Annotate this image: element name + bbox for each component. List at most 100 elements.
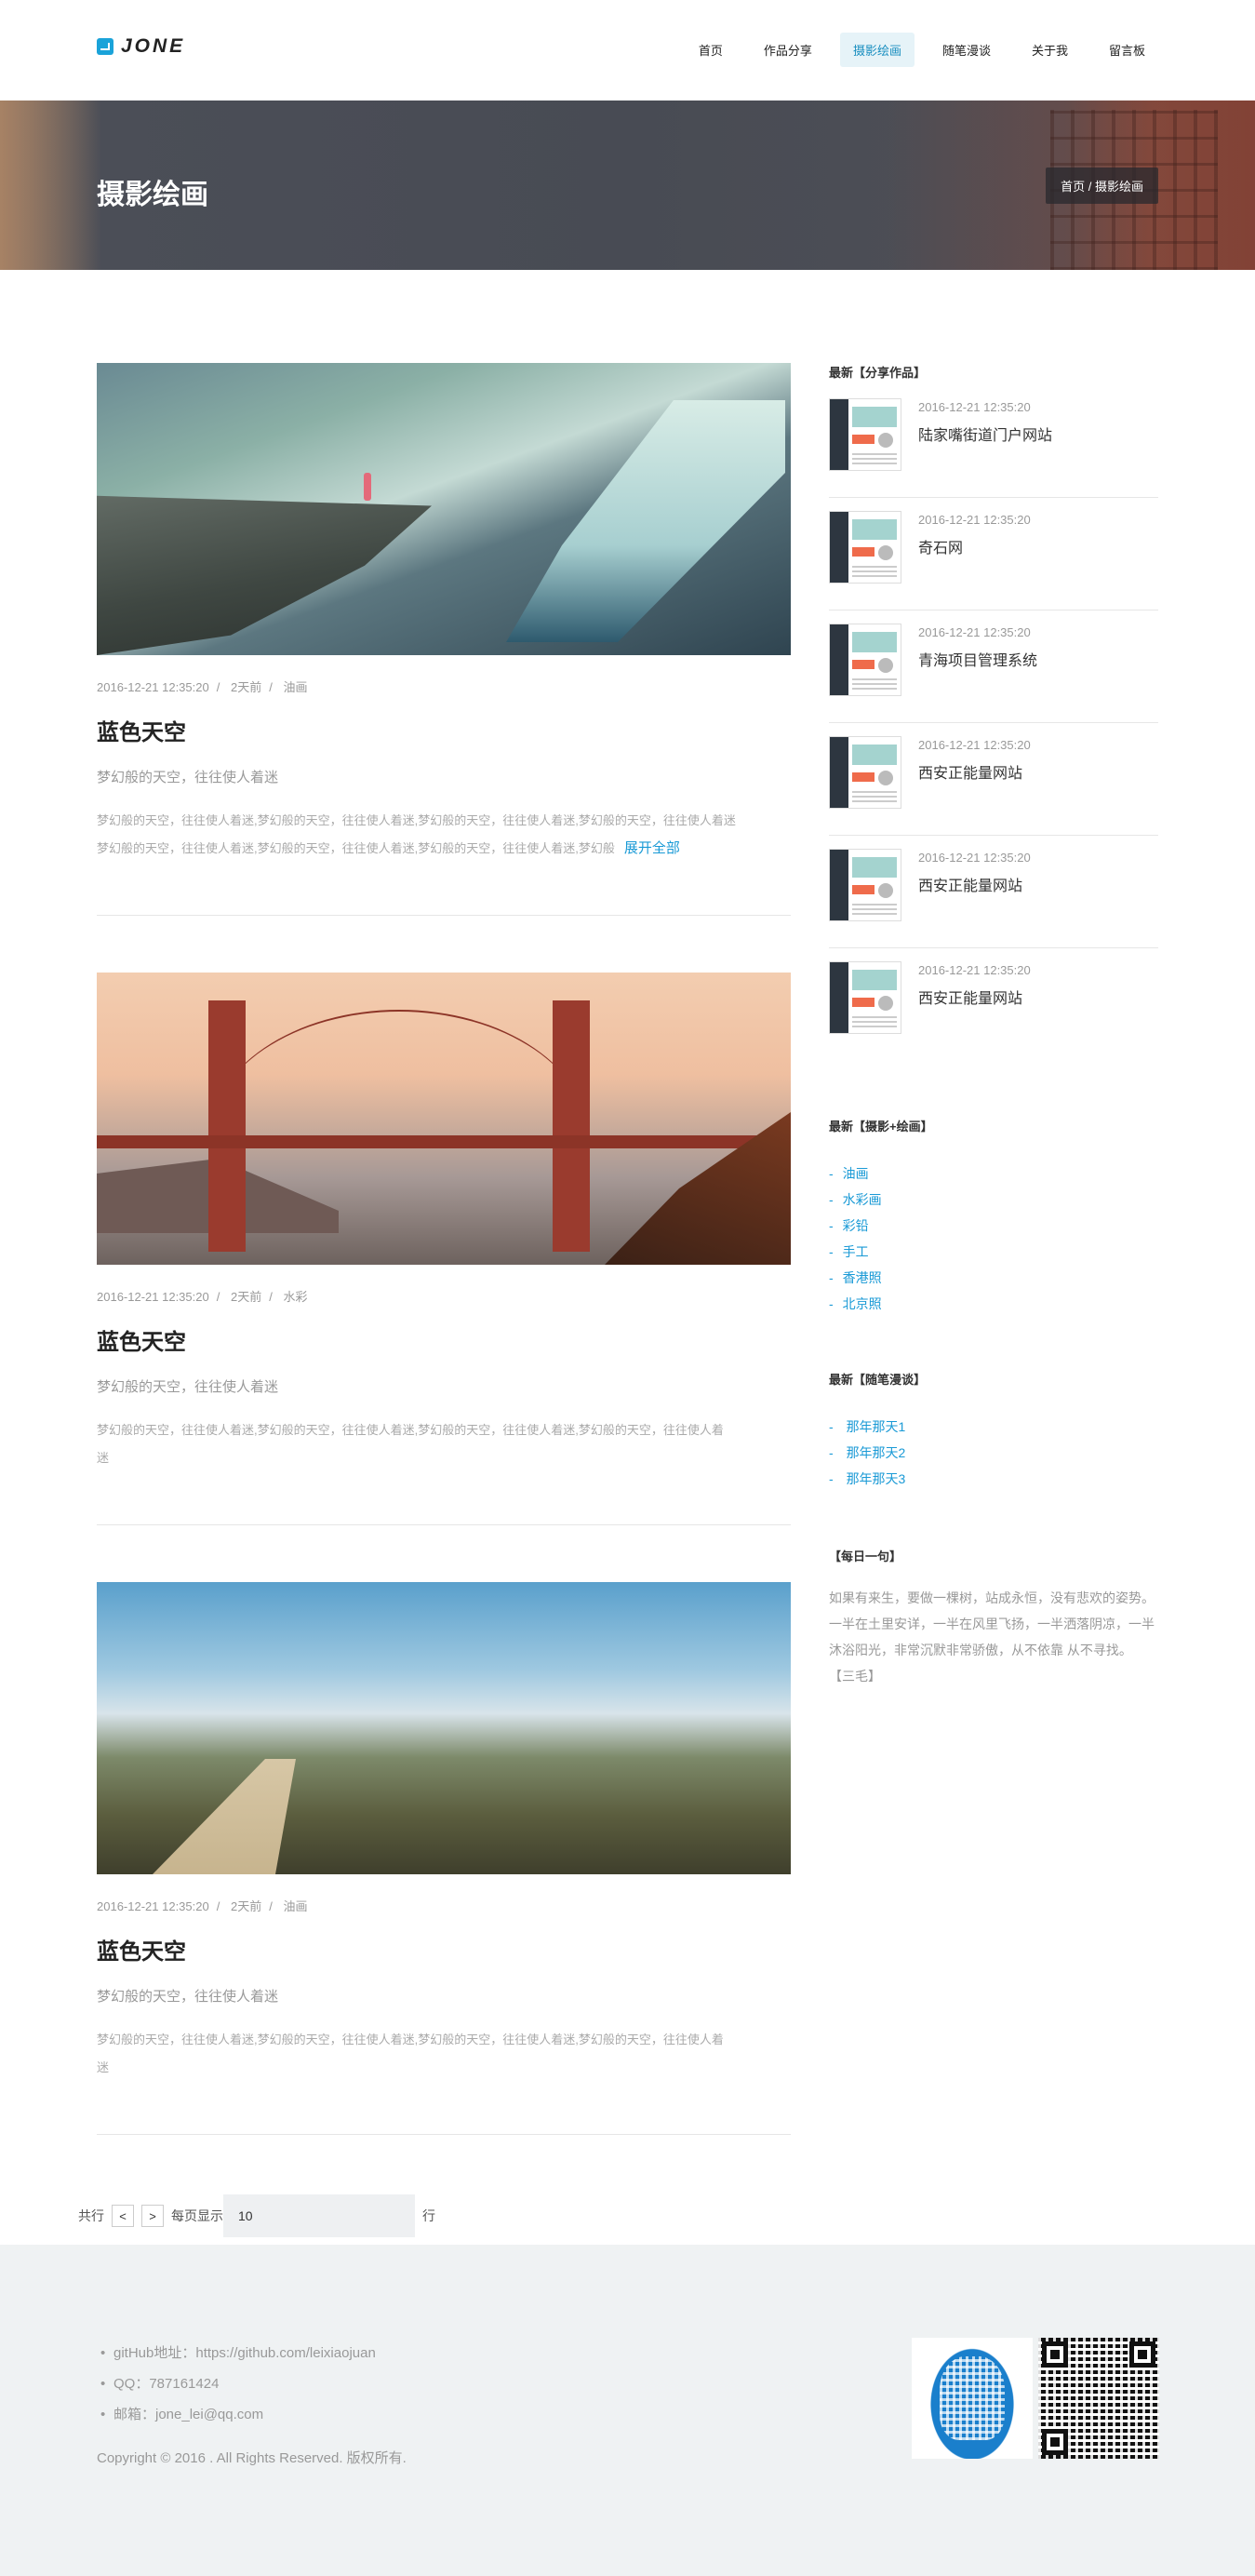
work-thumbnail: [829, 736, 901, 809]
post-excerpt: 梦幻般的天空，往往使人着迷,梦幻般的天空，往往使人着迷,梦幻般的天空，往往使人着…: [97, 1423, 724, 1465]
sidebar-heading: 最新【分享作品】: [829, 366, 927, 380]
daily-quote: 如果有来生，要做一棵树，站成永恒，没有悲欢的姿势。一半在土里安详，一半在风里飞扬…: [829, 1590, 1155, 1684]
work-title[interactable]: 青海项目管理系统: [918, 648, 1037, 670]
work-title[interactable]: 西安正能量网站: [918, 873, 1022, 895]
post-image[interactable]: [97, 973, 791, 1265]
page-banner: 摄影绘画 首页 / 摄影绘画: [0, 101, 1255, 270]
post-date: 2016-12-21 12:35:20: [97, 680, 209, 694]
essay-link[interactable]: - 那年那天2: [829, 1440, 1158, 1466]
logo[interactable]: JONE: [97, 35, 185, 58]
work-date: 2016-12-21 12:35:20: [918, 625, 1031, 639]
work-thumbnail: [829, 398, 901, 471]
post-card: 2016-12-21 12:35:20/ 2天前 / 油画 蓝色天空 梦幻般的天空…: [97, 1582, 791, 2082]
work-title[interactable]: 奇石网: [918, 535, 963, 557]
nav-about[interactable]: 关于我: [1019, 33, 1081, 67]
divider: [97, 1524, 791, 1525]
photo-link[interactable]: - 香港照: [829, 1265, 1158, 1291]
work-thumbnail: [829, 624, 901, 696]
work-date: 2016-12-21 12:35:20: [918, 963, 1031, 977]
per-page-input[interactable]: [223, 2194, 415, 2237]
work-date: 2016-12-21 12:35:20: [918, 513, 1031, 527]
essay-link[interactable]: - 那年那天1: [829, 1414, 1158, 1440]
breadcrumb[interactable]: 首页 / 摄影绘画: [1046, 168, 1158, 204]
work-thumbnail: [829, 511, 901, 584]
sidebar-heading: 最新【摄影+绘画】: [829, 1120, 933, 1134]
sidebar-works: 最新【分享作品】 2016-12-21 12:35:20 陆家嘴街道门户网站 2…: [829, 363, 1158, 1034]
post-meta: 2016-12-21 12:35:20/ 2天前 / 油画: [97, 1899, 308, 1913]
post-excerpt: 梦幻般的天空，往往使人着迷,梦幻般的天空，往往使人着迷,梦幻般的天空，往往使人着…: [97, 813, 736, 856]
post-category[interactable]: 油画: [283, 680, 307, 694]
logo-icon: [97, 38, 113, 55]
post-category[interactable]: 油画: [283, 1899, 307, 1913]
post-card: 2016-12-21 12:35:20/ 2天前 / 油画 蓝色天空 梦幻般的天空…: [97, 363, 791, 863]
work-date: 2016-12-21 12:35:20: [918, 400, 1031, 414]
wechat-qr-code-image: [1038, 2338, 1159, 2459]
nav-home[interactable]: 首页: [686, 33, 736, 67]
qq-info: QQ：787161424: [97, 2368, 376, 2399]
essay-link-list: - 那年那天1 - 那年那天2 - 那年那天3: [829, 1414, 1158, 1492]
work-title[interactable]: 西安正能量网站: [918, 760, 1022, 783]
post-subtitle: 梦幻般的天空，往往使人着迷: [97, 770, 279, 785]
work-item[interactable]: 2016-12-21 12:35:20 西安正能量网站: [829, 948, 1158, 1061]
work-item[interactable]: 2016-12-21 12:35:20 西安正能量网站: [829, 723, 1158, 836]
post-title[interactable]: 蓝色天空: [97, 714, 791, 746]
banner-background: [0, 101, 102, 270]
post-subtitle: 梦幻般的天空，往往使人着迷: [97, 1989, 279, 2005]
work-thumbnail: [829, 849, 901, 921]
email-info: 邮箱：jone_lei@qq.com: [97, 2399, 376, 2430]
post-image[interactable]: [97, 363, 791, 655]
photo-link[interactable]: - 北京照: [829, 1291, 1158, 1317]
site-footer: gitHub地址：https://github.com/leixiaojuan …: [0, 2245, 1255, 2576]
post-subtitle: 梦幻般的天空，往往使人着迷: [97, 1379, 279, 1395]
post-category[interactable]: 水彩: [283, 1290, 307, 1304]
sidebar-essays: 最新【随笔漫谈】 - 那年那天1 - 那年那天2 - 那年那天3: [829, 1370, 1158, 1492]
nav-essays[interactable]: 随笔漫谈: [929, 33, 1004, 67]
work-item[interactable]: 2016-12-21 12:35:20 青海项目管理系统: [829, 610, 1158, 723]
post-title[interactable]: 蓝色天空: [97, 1933, 791, 1966]
divider: [97, 915, 791, 916]
pagination: 共行 < > 每页显示 行: [78, 2194, 435, 2237]
work-date: 2016-12-21 12:35:20: [918, 738, 1031, 752]
photo-link[interactable]: - 手工: [829, 1239, 1158, 1265]
sidebar-quote: 【每日一句】 如果有来生，要做一棵树，站成永恒，没有悲欢的姿势。一半在土里安详，…: [829, 1547, 1158, 1689]
github-link[interactable]: gitHub地址：https://github.com/leixiaojuan: [97, 2338, 376, 2368]
work-date: 2016-12-21 12:35:20: [918, 851, 1031, 865]
rows-suffix: 行: [422, 2208, 435, 2223]
post-ago: 2天前: [230, 1290, 262, 1304]
post-meta: 2016-12-21 12:35:20/ 2天前 / 水彩: [97, 1290, 308, 1304]
post-image[interactable]: [97, 1582, 791, 1874]
work-title[interactable]: 西安正能量网站: [918, 986, 1022, 1008]
nav-photography[interactable]: 摄影绘画: [839, 33, 915, 67]
site-header: JONE 首页 作品分享 摄影绘画 随笔漫谈 关于我 留言板: [0, 0, 1255, 101]
copyright: Copyright © 2016 . All Rights Reserved. …: [97, 2450, 407, 2466]
photo-link[interactable]: - 彩铅: [829, 1213, 1158, 1239]
total-label: 共行: [78, 2208, 104, 2223]
main-nav: 首页 作品分享 摄影绘画 随笔漫谈 关于我 留言板: [686, 33, 1158, 67]
post-meta: 2016-12-21 12:35:20/ 2天前 / 油画: [97, 680, 308, 694]
post-card: 2016-12-21 12:35:20/ 2天前 / 水彩 蓝色天空 梦幻般的天空…: [97, 973, 791, 1472]
work-item[interactable]: 2016-12-21 12:35:20 西安正能量网站: [829, 836, 1158, 948]
sidebar-heading: 最新【随笔漫谈】: [829, 1373, 927, 1387]
logo-text: JONE: [121, 35, 186, 57]
nav-works[interactable]: 作品分享: [751, 33, 825, 67]
post-ago: 2天前: [230, 680, 262, 694]
sidebar-photo: 最新【摄影+绘画】 - 油画 - 水彩画 - 彩铅 - 手工 - 香港照 - 北京照: [829, 1117, 1158, 1317]
work-title[interactable]: 陆家嘴街道门户网站: [918, 423, 1052, 445]
photo-link[interactable]: - 油画: [829, 1161, 1158, 1187]
essay-link[interactable]: - 那年那天3: [829, 1466, 1158, 1492]
photo-link[interactable]: - 水彩画: [829, 1187, 1158, 1213]
post-title[interactable]: 蓝色天空: [97, 1323, 791, 1356]
work-thumbnail: [829, 961, 901, 1034]
sidebar-heading: 【每日一句】: [829, 1550, 902, 1563]
nav-guestbook[interactable]: 留言板: [1096, 33, 1158, 67]
per-page-label: 每页显示: [171, 2208, 223, 2223]
expand-link[interactable]: 展开全部: [624, 840, 680, 856]
post-date: 2016-12-21 12:35:20: [97, 1290, 209, 1304]
work-item[interactable]: 2016-12-21 12:35:20 奇石网: [829, 498, 1158, 610]
divider: [97, 2134, 791, 2135]
qq-qr-code-image: [912, 2338, 1033, 2459]
prev-page-button[interactable]: <: [112, 2205, 134, 2227]
work-item[interactable]: 2016-12-21 12:35:20 陆家嘴街道门户网站: [829, 385, 1158, 498]
post-ago: 2天前: [230, 1899, 262, 1913]
next-page-button[interactable]: >: [141, 2205, 164, 2227]
